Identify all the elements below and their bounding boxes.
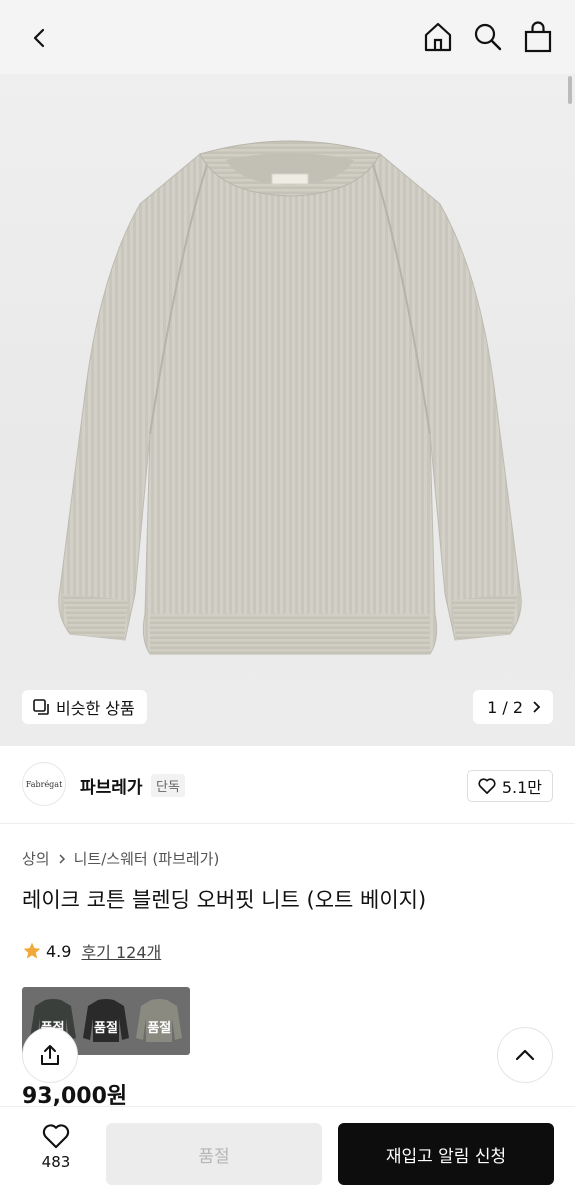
pager-label: 1 / 2: [487, 697, 523, 717]
soldout-button[interactable]: 품절: [106, 1123, 322, 1185]
brand-row: Fabrégat 파브레가 단독 5.1만: [0, 746, 575, 824]
star-icon: [23, 942, 41, 959]
brand-like-count: 5.1만: [501, 778, 542, 797]
review-link[interactable]: 후기 124개: [81, 939, 161, 963]
breadcrumb-item-knit[interactable]: 니트/스웨터 (파브레가): [74, 848, 220, 869]
rating-value: 4.9: [46, 941, 72, 961]
scrollbar-thumb[interactable]: [568, 76, 572, 104]
product-image[interactable]: 비슷한 상품 1 / 2: [0, 74, 575, 746]
sweater-image: [58, 140, 522, 655]
swatch-item[interactable]: 품절: [80, 991, 132, 1051]
similar-products-button[interactable]: 비슷한 상품: [22, 690, 147, 724]
brand-logo-text: Fabrégat: [25, 779, 63, 789]
share-button[interactable]: [22, 1027, 78, 1083]
search-button[interactable]: [469, 18, 507, 56]
copy-icon: [33, 699, 49, 715]
restock-alert-button[interactable]: 재입고 알림 신청: [338, 1123, 554, 1185]
wishlist-button[interactable]: 483: [30, 1123, 82, 1171]
brand-logo[interactable]: Fabrégat: [22, 762, 66, 806]
product-title: 레이크 코튼 블렌딩 오버핏 니트 (오트 베이지): [22, 888, 427, 912]
exclusive-badge: 단독: [151, 774, 185, 797]
shopping-bag-icon: [524, 21, 552, 53]
heart-icon: [42, 1124, 70, 1149]
chevron-right-icon: [59, 853, 65, 864]
search-icon: [474, 23, 502, 51]
bottom-action-bar: 483 품절 재입고 알림 신청: [0, 1106, 575, 1200]
brand-like-button[interactable]: 5.1만: [466, 770, 553, 802]
breadcrumb-item-top[interactable]: 상의: [22, 848, 50, 869]
home-button[interactable]: [419, 18, 457, 56]
heart-icon: [478, 778, 496, 794]
breadcrumb: 상의 니트/스웨터 (파브레가): [22, 848, 219, 869]
back-button[interactable]: [22, 20, 58, 56]
chevron-left-icon: [33, 28, 45, 48]
share-icon: [41, 1045, 59, 1065]
brand-name[interactable]: 파브레가: [80, 773, 143, 798]
swatch-soldout-label: 품절: [147, 1021, 172, 1036]
home-icon: [424, 22, 452, 52]
swatch-item[interactable]: 품절: [133, 991, 185, 1051]
chevron-right-icon: [533, 701, 541, 713]
cart-button[interactable]: [519, 18, 557, 56]
scroll-top-button[interactable]: [497, 1027, 553, 1083]
top-bar: [0, 0, 575, 74]
chevron-up-icon: [515, 1049, 535, 1061]
image-pager[interactable]: 1 / 2: [473, 690, 553, 724]
similar-products-label: 비슷한 상품: [56, 699, 135, 718]
swatch-soldout-label: 품절: [94, 1021, 118, 1036]
wishlist-count: 483: [41, 1153, 71, 1171]
rating-row: 4.9 후기 124개: [22, 939, 161, 963]
